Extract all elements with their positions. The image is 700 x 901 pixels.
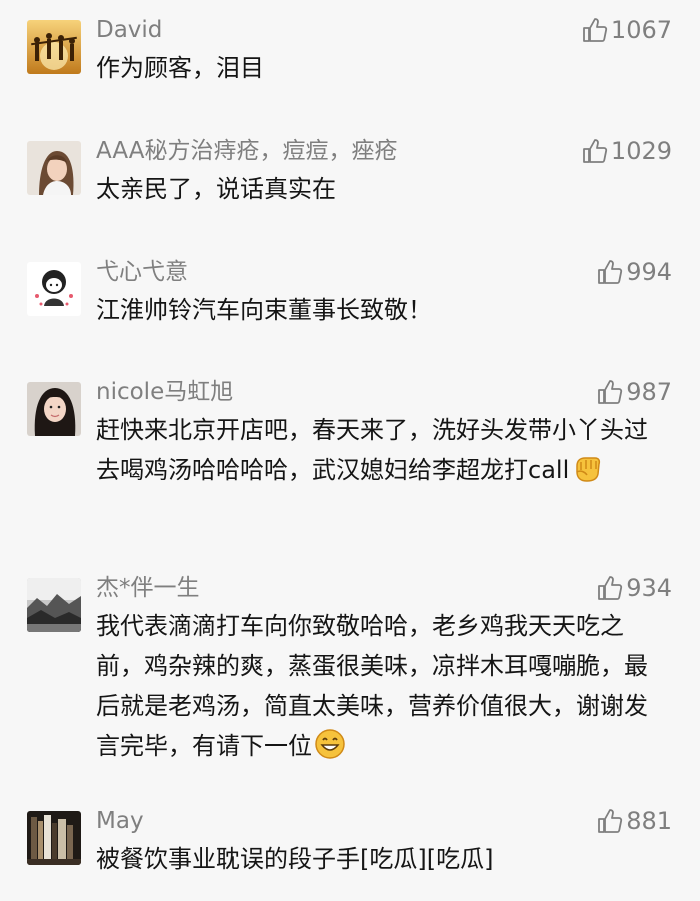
- comment-author[interactable]: 弋心弋意: [96, 256, 188, 288]
- like-count: 987: [626, 378, 672, 406]
- comment-text: 江淮帅铃汽车向束董事长致敬！: [96, 296, 432, 324]
- like-button[interactable]: 881: [597, 805, 672, 837]
- thumbs-up-icon: [598, 380, 623, 404]
- bookshelf-avatar: [27, 811, 81, 865]
- avatar[interactable]: [27, 141, 81, 195]
- comment-list: David 1067 作为顾客，泪目 AAA秘方治痔疮，痘痘，痤疮 1029 太…: [0, 0, 700, 901]
- comment-text: 我代表滴滴打车向你致敬哈哈，老乡鸡我天天吃之前，鸡杂辣的爽，蒸蛋很美味，凉拌木耳…: [96, 606, 656, 766]
- grin-emoji: [314, 728, 346, 760]
- comment-text: 被餐饮事业耽误的段子手[吃瓜][吃瓜]: [96, 845, 494, 873]
- cartoon-girl-avatar: [27, 262, 81, 316]
- like-count: 1067: [610, 16, 672, 44]
- fist-emoji: [571, 452, 603, 484]
- like-button[interactable]: 1067: [582, 14, 672, 46]
- like-button[interactable]: 994: [597, 256, 672, 288]
- comment-author[interactable]: May: [96, 805, 144, 837]
- avatar[interactable]: [27, 20, 81, 74]
- woman-photo-avatar: [27, 382, 81, 436]
- thumbs-up-icon: [583, 18, 608, 42]
- thumbs-up-icon: [598, 809, 623, 833]
- like-button[interactable]: 987: [597, 376, 672, 408]
- thumbs-up-icon: [598, 576, 623, 600]
- comment-author[interactable]: 杰*伴一生: [96, 572, 200, 604]
- like-button[interactable]: 934: [597, 572, 672, 604]
- comment-text-content: 赶快来北京开店吧，春天来了，洗好头发带小丫头过去喝鸡汤哈哈哈哈，武汉媳妇给李超龙…: [96, 416, 648, 484]
- like-count: 881: [626, 807, 672, 835]
- comment-text: 赶快来北京开店吧，春天来了，洗好头发带小丫头过去喝鸡汤哈哈哈哈，武汉媳妇给李超龙…: [96, 410, 656, 490]
- avatar[interactable]: [27, 262, 81, 316]
- thumbs-up-icon: [598, 260, 623, 284]
- comment-author[interactable]: nicole马虹旭: [96, 376, 233, 408]
- landscape-avatar: [27, 578, 81, 632]
- comment-author[interactable]: David: [96, 14, 162, 46]
- avatar[interactable]: [27, 382, 81, 436]
- like-count: 934: [626, 574, 672, 602]
- thumbs-up-icon: [583, 139, 608, 163]
- like-count: 1029: [610, 137, 672, 165]
- comment-text: 太亲民了，说话真实在: [96, 175, 336, 203]
- avatar[interactable]: [27, 811, 81, 865]
- like-count: 994: [626, 258, 672, 286]
- comment-text-content: 我代表滴滴打车向你致敬哈哈，老乡鸡我天天吃之前，鸡杂辣的爽，蒸蛋很美味，凉拌木耳…: [96, 612, 648, 760]
- comment-author[interactable]: AAA秘方治痔疮，痘痘，痤疮: [96, 135, 397, 167]
- comment-text: 作为顾客，泪目: [96, 54, 264, 82]
- like-button[interactable]: 1029: [582, 135, 672, 167]
- sunset-people-avatar: [27, 20, 81, 74]
- avatar[interactable]: [27, 578, 81, 632]
- girl-photo-avatar: [27, 141, 81, 195]
